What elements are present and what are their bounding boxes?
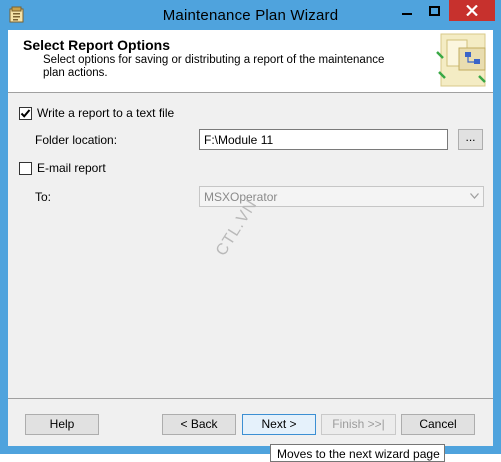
email-report-checkbox[interactable] <box>19 162 32 175</box>
page-description: Select options for saving or distributin… <box>43 54 385 79</box>
wizard-window: Maintenance Plan Wizard Select Report Op… <box>0 0 501 462</box>
minimize-button[interactable] <box>393 0 420 21</box>
finish-button: Finish >>| <box>321 414 396 435</box>
to-label: To: <box>35 190 52 204</box>
folder-location-input[interactable]: F:\Module 11 <box>199 129 448 150</box>
title-bar[interactable]: Maintenance Plan Wizard <box>0 0 501 30</box>
email-report-label[interactable]: E-mail report <box>37 161 106 175</box>
maximize-icon <box>429 5 440 16</box>
dialog-body: Select Report Options Select options for… <box>8 30 493 447</box>
browse-folder-button[interactable]: ... <box>458 129 483 150</box>
minimize-icon <box>401 12 412 15</box>
page-title: Select Report Options <box>23 37 171 53</box>
next-button-tooltip: Moves to the next wizard page <box>270 444 445 462</box>
checkmark-icon <box>20 109 31 118</box>
help-button[interactable]: Help <box>25 414 99 435</box>
back-button[interactable]: < Back <box>162 414 236 435</box>
close-button[interactable] <box>449 0 495 21</box>
maximize-button[interactable] <box>421 0 448 21</box>
next-button[interactable]: Next > <box>242 414 316 435</box>
close-icon <box>466 5 478 16</box>
write-report-label[interactable]: Write a report to a text file <box>37 106 174 120</box>
cancel-button[interactable]: Cancel <box>401 414 475 435</box>
to-operator-value: MSXOperator <box>204 190 278 204</box>
write-report-checkbox[interactable] <box>19 107 32 120</box>
wizard-footer: Help < Back Next > Finish >>| Cancel <box>8 398 493 447</box>
folder-location-label: Folder location: <box>35 133 118 147</box>
wizard-header: Select Report Options Select options for… <box>8 30 493 93</box>
wizard-graphic-icon <box>436 33 486 87</box>
dropdown-arrow-icon <box>470 193 479 199</box>
